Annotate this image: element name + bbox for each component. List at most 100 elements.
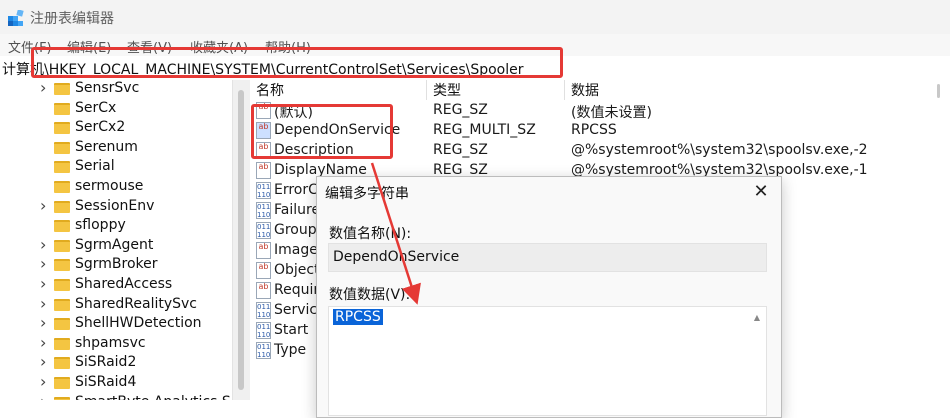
key-tree[interactable]: › SensrSvc SerCx SerCx2 Serenum Serial sermous… (0, 80, 232, 400)
address-highlight-box (31, 47, 563, 78)
values-highlight-box (251, 104, 393, 159)
value-type: REG_SZ (433, 142, 488, 158)
dialog-title: 编辑多字符串 (325, 186, 409, 202)
tree-item[interactable]: › SharedAccess (0, 274, 232, 296)
scroll-up-arrow-icon[interactable]: ▲ (754, 313, 760, 322)
tree-scroll-thumb[interactable] (238, 90, 244, 390)
chevron-right-icon[interactable]: › (40, 333, 50, 352)
chevron-right-icon[interactable]: › (40, 80, 50, 97)
value-name: Object (274, 262, 320, 278)
tree-item[interactable]: › SgrmBroker (0, 254, 232, 276)
column-header-data[interactable]: 数据 (571, 80, 599, 100)
binary-value-icon: 011 110 (256, 222, 271, 239)
tree-item[interactable]: › SgrmAgent (0, 235, 232, 257)
chevron-right-icon[interactable]: › (40, 254, 50, 273)
tree-item-label: sermouse (75, 178, 144, 194)
folder-icon (54, 102, 70, 115)
folder-icon (54, 337, 70, 350)
tree-item-label: ShellHWDetection (75, 315, 202, 332)
tree-item-label: SerCx2 (75, 119, 126, 136)
tree-item-label: sfloppy (75, 217, 126, 234)
close-icon[interactable]: ✕ (747, 179, 775, 205)
tree-item-label: shpamsvc (75, 334, 146, 351)
title-bar: 注册表编辑器 (0, 0, 950, 34)
value-type: REG_SZ (433, 102, 488, 118)
tree-item-label: SharedRealitySvc (75, 295, 198, 312)
tree-item-label: SgrmBroker (75, 256, 158, 273)
binary-value-icon: 011 110 (256, 322, 271, 339)
tree-item[interactable]: › SharedRealitySvc (0, 294, 232, 316)
chevron-right-icon[interactable]: › (40, 196, 50, 215)
tree-item[interactable]: › ShellHWDetection (0, 313, 232, 335)
folder-icon (54, 279, 70, 291)
folder-icon (54, 357, 70, 370)
chevron-right-icon[interactable]: › (40, 313, 50, 332)
value-data-selected-text[interactable]: RPCSS (333, 309, 383, 325)
values-scroll-thumb[interactable] (937, 84, 940, 98)
tree-item-label: SensrSvc (75, 80, 140, 96)
folder-icon (54, 377, 70, 389)
value-data-label: 数值数据(V): (329, 287, 411, 303)
folder-icon (54, 122, 70, 135)
tree-item[interactable]: SerCx (0, 100, 232, 120)
string-value-icon: ab (256, 162, 271, 179)
tree-item[interactable]: › SiSRaid4 (0, 372, 232, 394)
folder-icon (54, 396, 70, 400)
folder-icon (54, 318, 70, 331)
value-name-label: 数值名称(N): (329, 226, 412, 242)
window-title: 注册表编辑器 (30, 11, 114, 27)
chevron-right-icon[interactable]: › (40, 352, 50, 371)
column-divider[interactable] (426, 80, 427, 100)
string-value-icon: ab (256, 242, 271, 259)
tree-scrollbar[interactable] (232, 80, 250, 400)
tree-item[interactable]: › SiSRaid2 (0, 352, 232, 374)
column-header-type[interactable]: 类型 (433, 80, 461, 100)
tree-item-label: SessionEnv (75, 197, 155, 214)
folder-icon (54, 239, 70, 252)
tree-item-label: SmartByte Analytics Se (75, 394, 232, 400)
value-data: (数值未设置) (571, 105, 652, 121)
value-name: Type (274, 342, 307, 358)
tree-item-label: SharedAccess (75, 276, 173, 292)
tree-item-label: SiSRaid4 (75, 374, 137, 390)
tree-item[interactable]: sfloppy (0, 217, 232, 237)
value-name-field: DependOnService (328, 243, 767, 272)
tree-item[interactable]: Serenum (0, 139, 232, 159)
tree-item-label: SiSRaid2 (75, 354, 137, 371)
folder-icon (54, 259, 70, 272)
tree-item[interactable]: sermouse (0, 178, 232, 198)
folder-icon (54, 298, 70, 311)
tree-item-label: SerCx (75, 99, 117, 116)
tree-item[interactable]: › SmartByte Analytics Se (0, 392, 232, 400)
chevron-right-icon[interactable]: › (40, 294, 50, 313)
registry-app-icon (8, 10, 24, 26)
chevron-right-icon[interactable]: › (40, 392, 50, 400)
binary-value-icon: 011 110 (256, 182, 271, 199)
value-data: @%systemroot%\system32\spoolsv.exe,-2 (571, 142, 868, 158)
tree-item[interactable]: › shpamsvc (0, 333, 232, 355)
edit-multistring-dialog: 编辑多字符串 ✕ 数值名称(N): DependOnService 数值数据(V… (316, 176, 782, 418)
tree-item[interactable]: SerCx2 (0, 119, 232, 139)
chevron-right-icon[interactable]: › (40, 274, 50, 293)
column-divider[interactable] (564, 80, 565, 100)
column-header-name[interactable]: 名称 (256, 80, 284, 100)
chevron-right-icon[interactable]: › (40, 372, 50, 391)
tree-item[interactable]: Serial (0, 158, 232, 178)
binary-value-icon: 011 110 (256, 302, 271, 319)
value-name: Requir (274, 282, 320, 298)
tree-item-label: Serenum (75, 138, 138, 155)
value-type: REG_MULTI_SZ (433, 122, 536, 138)
chevron-right-icon[interactable]: › (40, 235, 50, 254)
value-name: Failure (274, 202, 321, 218)
folder-icon (54, 220, 70, 233)
string-value-icon: ab (256, 282, 271, 299)
binary-value-icon: 011 110 (256, 202, 271, 219)
values-scrollbar[interactable] (935, 80, 950, 100)
value-data: RPCSS (571, 122, 617, 138)
string-value-icon: ab (256, 262, 271, 279)
tree-item[interactable]: › SessionEnv (0, 196, 232, 218)
binary-value-icon: 011 110 (256, 342, 271, 359)
value-name: Group (274, 222, 317, 238)
tree-item[interactable]: › SensrSvc (0, 80, 232, 100)
tree-item-label: SgrmAgent (75, 236, 154, 253)
